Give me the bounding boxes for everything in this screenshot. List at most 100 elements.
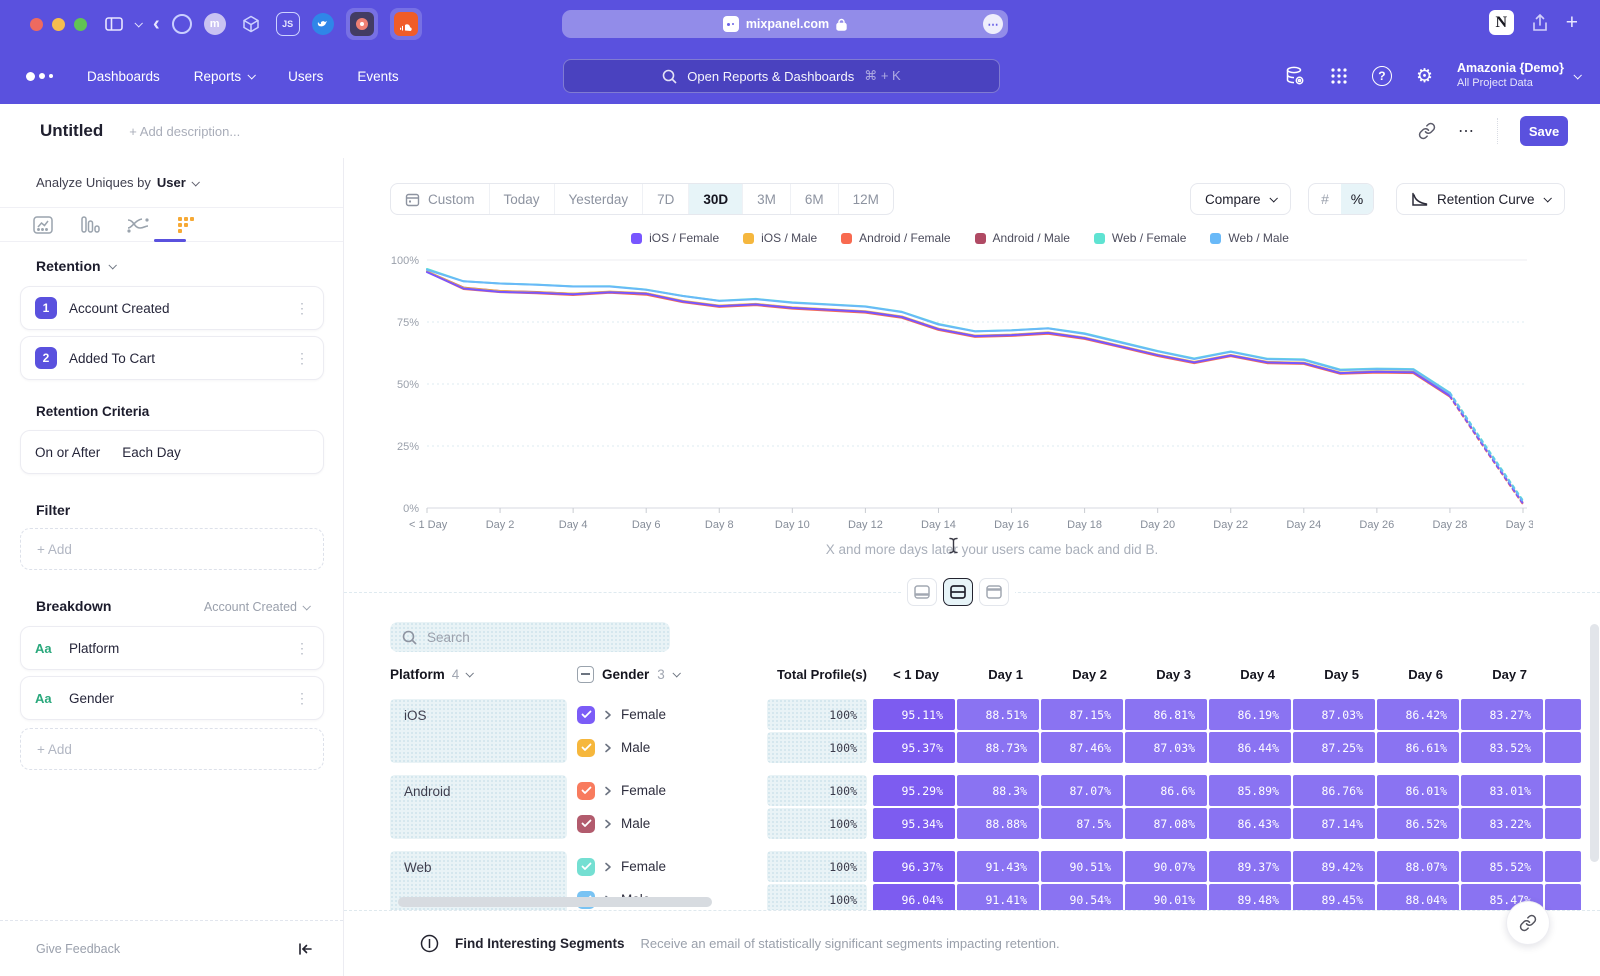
zoom-window-button[interactable]	[74, 18, 87, 31]
segment-checkbox[interactable]	[577, 739, 595, 757]
save-button[interactable]: Save	[1520, 116, 1568, 146]
vertical-scrollbar[interactable]	[1590, 624, 1599, 862]
add-breakdown-button[interactable]: + Add	[20, 728, 324, 770]
step-event-name[interactable]: Account Created	[69, 301, 170, 316]
retention-cell[interactable]: 87.5%	[1041, 808, 1123, 839]
retention-cell[interactable]: 83.22%	[1461, 808, 1543, 839]
day-column-header[interactable]: < 1 Day	[869, 667, 951, 682]
retention-cell[interactable]: 87.15%	[1041, 699, 1123, 730]
series-line[interactable]	[427, 272, 1450, 397]
retention-cell[interactable]: 87.03%	[1125, 732, 1207, 763]
range-6m[interactable]: 6M	[791, 184, 839, 214]
settings-gear-icon[interactable]: ⚙	[1416, 65, 1433, 87]
breakdown-platform[interactable]: Aa Platform ⋮	[20, 626, 324, 670]
compare-button[interactable]: Compare	[1190, 183, 1291, 215]
range-custom[interactable]: Custom	[391, 184, 490, 214]
range-12m[interactable]: 12M	[839, 184, 893, 214]
kebab-menu-icon[interactable]: ⋮	[295, 300, 309, 317]
tab-favicon-m[interactable]: m	[204, 13, 226, 35]
retention-cell[interactable]: 83.52%	[1461, 732, 1543, 763]
collapse-sidebar-icon[interactable]	[298, 942, 313, 956]
minimize-window-button[interactable]	[52, 18, 65, 31]
series-line[interactable]	[427, 272, 1450, 396]
retention-cell[interactable]: 96.37%	[873, 851, 955, 882]
horizontal-scrollbar[interactable]	[398, 897, 712, 907]
site-settings-icon[interactable]: ⋯	[983, 14, 1003, 34]
expand-row-icon[interactable]	[604, 819, 612, 829]
retention-cell[interactable]: 95.37%	[873, 732, 955, 763]
range-3m[interactable]: 3M	[743, 184, 791, 214]
share-icon[interactable]	[1532, 14, 1548, 32]
range-yesterday[interactable]: Yesterday	[555, 184, 644, 214]
retention-cell[interactable]: 83.27%	[1461, 699, 1543, 730]
legend-item[interactable]: Android / Female	[841, 231, 950, 245]
close-window-button[interactable]	[30, 18, 43, 31]
legend-item[interactable]: Android / Male	[975, 231, 1070, 245]
retention-cell[interactable]: 89.37%	[1209, 851, 1291, 882]
retention-cell[interactable]: 86.42%	[1377, 699, 1459, 730]
platform-cell[interactable]: Android	[390, 775, 567, 839]
retention-cell[interactable]: 87.08%	[1125, 808, 1207, 839]
legend-item[interactable]: Web / Male	[1210, 231, 1288, 245]
criteria-interval[interactable]: Each Day	[122, 445, 181, 460]
more-options-icon[interactable]: ⋯	[1458, 121, 1475, 141]
retention-cell[interactable]: 83.01%	[1461, 775, 1543, 806]
retention-cell[interactable]: 87.07%	[1041, 775, 1123, 806]
nav-item-reports[interactable]: Reports	[194, 69, 254, 84]
retention-cell[interactable]: 90.07%	[1125, 851, 1207, 882]
back-icon[interactable]: ‹	[153, 13, 160, 36]
kebab-menu-icon[interactable]: ⋮	[295, 640, 309, 657]
series-line[interactable]	[427, 272, 1450, 396]
segment-checkbox[interactable]	[577, 858, 595, 876]
global-search-input[interactable]: Open Reports & Dashboards ⌘ + K	[563, 59, 1000, 93]
segment-checkbox[interactable]	[577, 815, 595, 833]
tab-retention[interactable]	[176, 215, 196, 235]
analyze-entity-select[interactable]: User	[157, 175, 186, 190]
tab-favicon-bird[interactable]	[312, 13, 334, 35]
retention-cell-clipped[interactable]	[1545, 732, 1581, 763]
retention-cell[interactable]: 95.11%	[873, 699, 955, 730]
retention-section-header[interactable]: Retention	[36, 258, 115, 274]
tab-favicon-soundcloud[interactable]	[390, 8, 422, 40]
retention-chart[interactable]: 0%25%50%75%100%< 1 DayDay 2Day 4Day 6Day…	[383, 248, 1533, 533]
tab-favicon-rings[interactable]	[172, 14, 192, 34]
retention-step-2[interactable]: 2 Added To Cart ⋮	[20, 336, 324, 380]
total-profiles-header[interactable]: Total Profile(s)	[767, 667, 867, 682]
retention-cell[interactable]: 86.76%	[1293, 775, 1375, 806]
platform-cell[interactable]: iOS	[390, 699, 567, 763]
criteria-mode[interactable]: On or After	[35, 445, 100, 460]
nav-item-dashboards[interactable]: Dashboards	[87, 69, 160, 84]
retention-cell[interactable]: 87.03%	[1293, 699, 1375, 730]
window-controls[interactable]	[30, 18, 87, 31]
retention-step-1[interactable]: 1 Account Created ⋮	[20, 286, 324, 330]
expand-row-icon[interactable]	[604, 710, 612, 720]
retention-cell[interactable]: 88.07%	[1377, 851, 1459, 882]
give-feedback-link[interactable]: Give Feedback	[36, 942, 120, 956]
nav-item-events[interactable]: Events	[357, 69, 398, 84]
tab-favicon-record[interactable]	[346, 8, 378, 40]
day-column-header[interactable]: Day 1	[953, 667, 1035, 682]
segment-checkbox[interactable]	[577, 706, 595, 724]
expand-row-icon[interactable]	[604, 862, 612, 872]
series-line[interactable]	[427, 272, 1450, 396]
legend-item[interactable]: iOS / Male	[743, 231, 817, 245]
project-switcher[interactable]: Amazonia {Demo} All Project Data	[1457, 61, 1580, 90]
breakdown-scope-select[interactable]: Account Created	[204, 600, 309, 614]
day-column-header[interactable]: Day 5	[1289, 667, 1371, 682]
unit-percent[interactable]: %	[1341, 184, 1373, 214]
add-filter-button[interactable]: + Add	[20, 528, 324, 570]
retention-cell[interactable]: 86.43%	[1209, 808, 1291, 839]
range-7d[interactable]: 7D	[643, 184, 689, 214]
tab-flows[interactable]	[126, 215, 150, 235]
retention-cell-clipped[interactable]	[1545, 699, 1581, 730]
range-30d[interactable]: 30D	[689, 184, 743, 214]
expand-row-icon[interactable]	[604, 786, 612, 796]
day-column-header[interactable]: Day 3	[1121, 667, 1203, 682]
select-all-checkbox[interactable]	[577, 666, 594, 683]
sidebar-toggle-icon[interactable]	[105, 16, 123, 32]
kebab-menu-icon[interactable]: ⋮	[295, 690, 309, 707]
split-view-button[interactable]	[943, 578, 973, 606]
retention-cell-clipped[interactable]	[1545, 808, 1581, 839]
platform-column-header[interactable]: Platform4	[390, 667, 567, 682]
retention-cell[interactable]: 90.51%	[1041, 851, 1123, 882]
